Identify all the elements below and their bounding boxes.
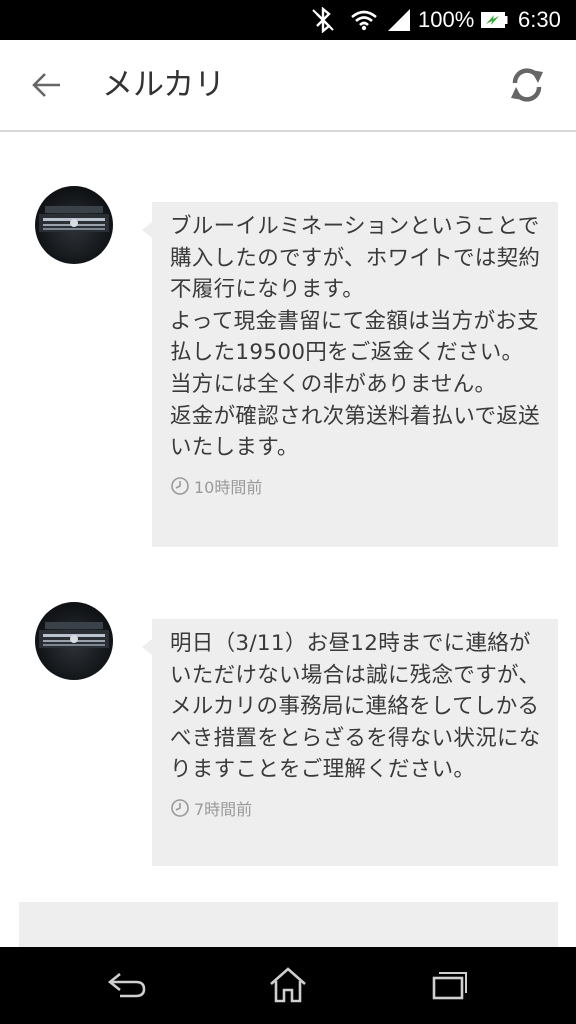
message-timestamp: 10時間前 — [170, 474, 542, 498]
clock-icon — [171, 476, 189, 495]
car-image — [39, 206, 109, 232]
back-icon — [107, 972, 146, 998]
back-button[interactable] — [22, 62, 72, 108]
avatar[interactable] — [35, 186, 113, 264]
timestamp-text: 10時間前 — [194, 477, 263, 497]
bubble-tail — [142, 222, 152, 238]
battery-percent: 100% — [418, 7, 475, 32]
nav-recent-apps-button[interactable] — [418, 959, 478, 1011]
bluetooth-icon — [310, 0, 336, 40]
message-text: ブルーイルミネーションということで購入したのですが、ホワイトでは契約不履行になり… — [170, 214, 541, 461]
message-list[interactable]: ブルーイルミネーションということで購入したのですが、ホワイトでは契約不履行になり… — [0, 132, 576, 947]
message-text: 明日（3/11）お昼12時までに連絡がいただけない場合は誠に残念ですが、メルカリ… — [170, 631, 541, 783]
status-bar: 100% 6:30 — [0, 0, 576, 40]
page-title: メルカリ — [102, 67, 226, 103]
recent-apps-icon — [432, 972, 467, 1000]
message-input-area[interactable] — [19, 902, 558, 947]
message-timestamp: 7時間前 — [170, 796, 542, 820]
signal-icon — [386, 0, 412, 40]
avatar[interactable] — [35, 602, 113, 680]
nav-home-button[interactable] — [258, 959, 318, 1011]
message-bubble: 明日（3/11）お昼12時までに連絡がいただけない場合は誠に残念ですが、メルカリ… — [142, 619, 558, 866]
battery-charging-icon — [480, 0, 508, 40]
bubble-tail — [142, 639, 152, 655]
refresh-icon — [511, 68, 543, 102]
car-image — [39, 622, 109, 648]
nav-back-button[interactable] — [98, 959, 158, 1011]
back-arrow-icon — [32, 73, 60, 97]
refresh-button[interactable] — [502, 60, 552, 110]
timestamp-text: 7時間前 — [194, 799, 253, 819]
home-icon — [270, 967, 306, 1003]
app-bar: メルカリ — [0, 40, 576, 132]
clock-text: 6:30 — [518, 7, 561, 32]
clock-icon — [171, 799, 189, 817]
message-bubble: ブルーイルミネーションということで購入したのですが、ホワイトでは契約不履行になり… — [142, 202, 558, 547]
wifi-icon — [350, 0, 378, 40]
navigation-bar — [0, 947, 576, 1024]
